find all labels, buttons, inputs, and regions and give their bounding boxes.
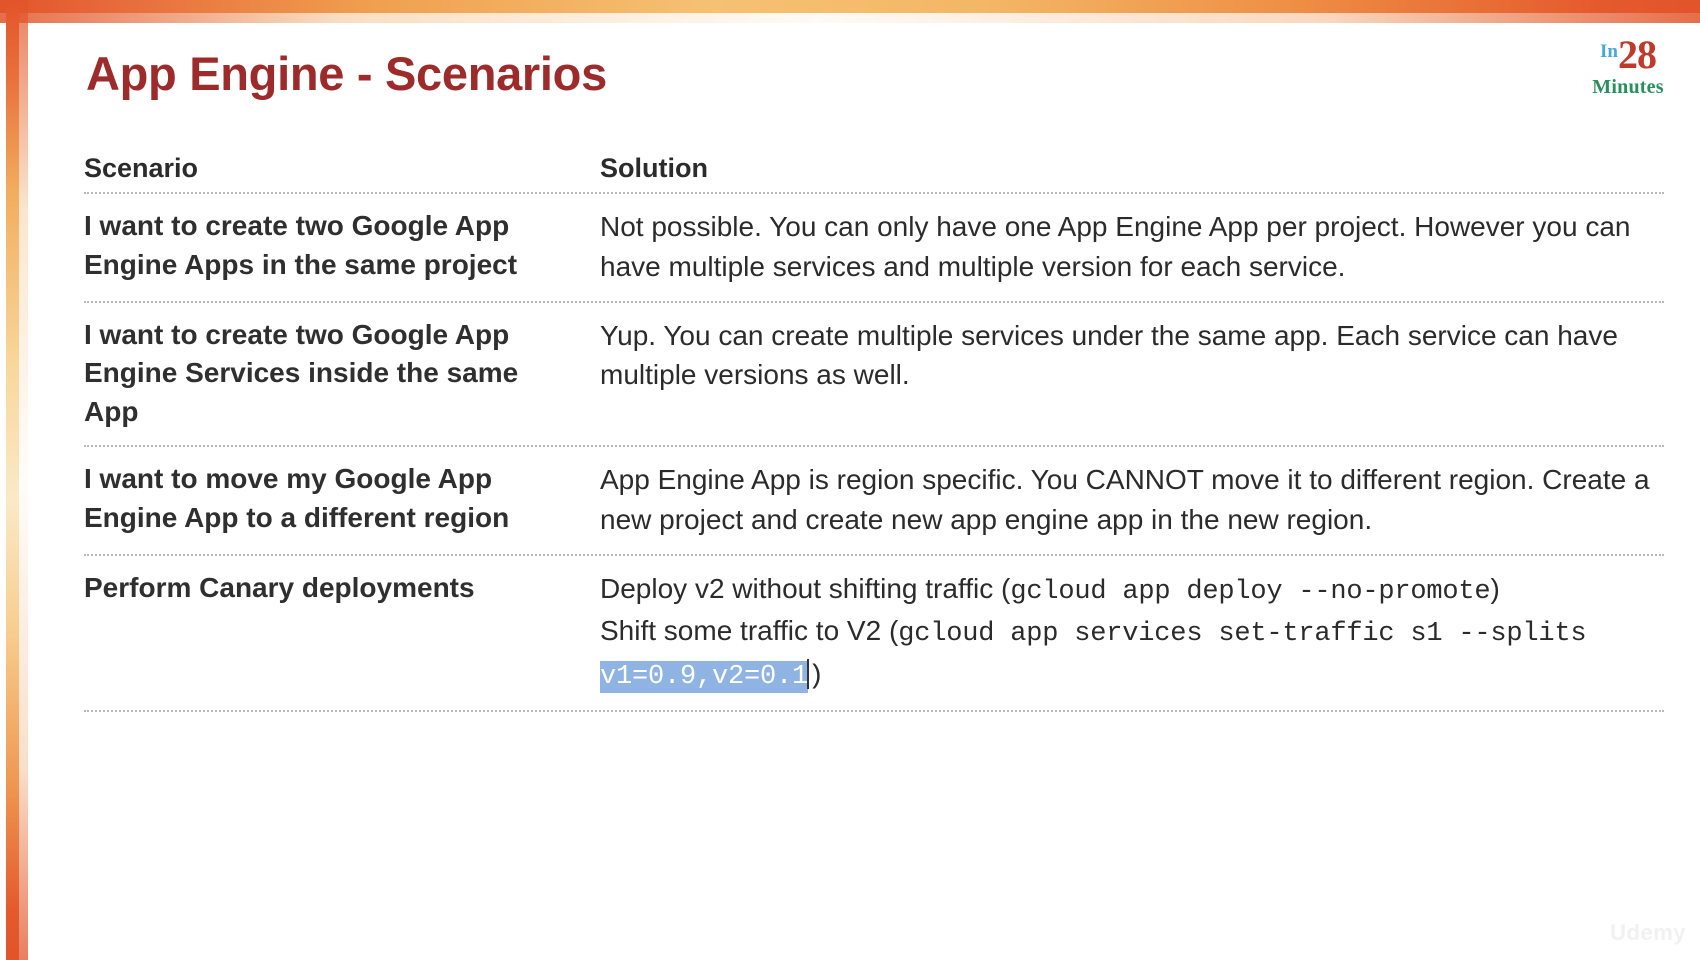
scenario-cell: I want to create two Google App Engine S… (84, 318, 519, 427)
canary-line-two: Shift some traffic to V2 (gcloud app ser… (600, 611, 1658, 696)
scenario-cell: I want to create two Google App Engine A… (84, 210, 518, 280)
canary-line-one: Deploy v2 without shifting traffic (gclo… (600, 569, 1658, 611)
canary-line-one-suffix: ) (1490, 572, 1500, 604)
canary-line-two-prefix: Shift some traffic to V2 ( (600, 615, 899, 647)
scenarios-table: Scenario Solution I want to create two G… (84, 147, 1664, 712)
table-row-canary: Perform Canary deployments Deploy v2 wit… (84, 556, 1664, 712)
canary-line-two-code: gcloud app services set-traffic s1 --spl… (898, 619, 1587, 650)
udemy-watermark: Udemy (1610, 920, 1686, 945)
slide-border-top-fade (0, 13, 1700, 23)
slide-canvas: App Engine - Scenarios In28 Minutes Scen… (28, 23, 1700, 960)
scenario-cell: I want to move my Google App Engine App … (84, 463, 510, 533)
table-header-row: Scenario Solution (84, 147, 1664, 194)
solution-cell: Not possible. You can only have one App … (600, 211, 1631, 282)
scenario-cell-canary: Perform Canary deployments (84, 571, 475, 603)
slide-border-left (6, 0, 19, 960)
slide-border-left-fade (19, 0, 28, 960)
canary-line-two-suffix: ) (808, 661, 825, 692)
logo-suffix-text: Minutes (1592, 76, 1664, 98)
canary-line-one-code: gcloud app deploy --no-promote (1010, 576, 1491, 607)
page-title: App Engine - Scenarios (86, 47, 607, 100)
logo-prefix-text: In (1600, 41, 1618, 62)
solution-cell: Yup. You can create multiple services un… (600, 319, 1618, 391)
table-row: I want to create two Google App Engine A… (84, 194, 1664, 303)
solution-cell-canary: Deploy v2 without shifting traffic (gclo… (584, 556, 1664, 710)
selected-splits-text[interactable]: v1=0.9,v2=0.1 (600, 660, 808, 693)
table-row: I want to create two Google App Engine S… (84, 303, 1664, 448)
logo-top-line: In28 (1566, 35, 1690, 75)
slide-border-top (0, 0, 1700, 13)
in28minutes-logo: In28 Minutes (1566, 35, 1690, 98)
column-header-scenario: Scenario (84, 153, 199, 183)
logo-number-text: 28 (1617, 32, 1657, 77)
canary-line-one-prefix: Deploy v2 without shifting traffic ( (600, 572, 1011, 604)
solution-cell: App Engine App is region specific. You C… (600, 464, 1650, 536)
column-header-solution: Solution (600, 153, 708, 183)
table-row: I want to move my Google App Engine App … (84, 447, 1664, 556)
